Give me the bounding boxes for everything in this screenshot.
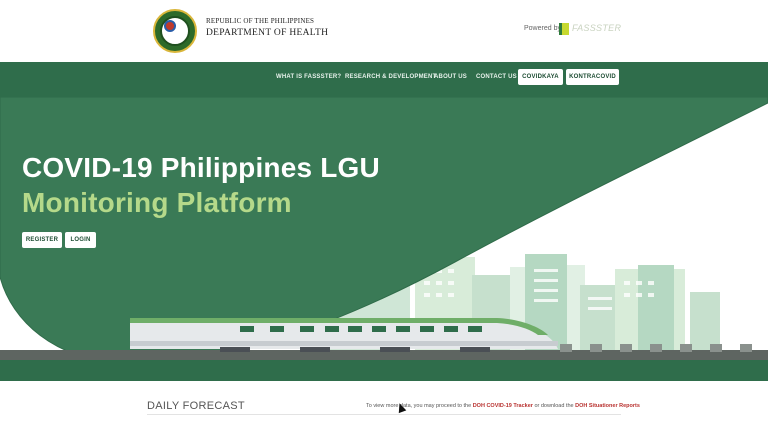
- fassster-logo-text: FASSSTER: [572, 23, 622, 33]
- nav-research-development[interactable]: RESEARCH & DEVELOPMENT: [345, 74, 436, 80]
- doh-situationer-reports-link[interactable]: DOH Situationer Reports: [575, 403, 640, 409]
- org-line2: DEPARTMENT OF HEALTH: [206, 28, 329, 38]
- note-prefix: To view more data, you may proceed to th…: [366, 403, 472, 409]
- org-line1: REPUBLIC OF THE PHILIPPINES: [206, 17, 315, 25]
- seal-ring: [160, 16, 190, 46]
- powered-by-label: Powered by: [524, 25, 561, 32]
- site-header: REPUBLIC OF THE PHILIPPINES DEPARTMENT O…: [0, 0, 768, 62]
- register-button[interactable]: REGISTER: [22, 232, 62, 248]
- note-middle: or download the: [534, 403, 574, 409]
- covidkaya-button[interactable]: COVIDKAYA: [518, 69, 563, 85]
- section-divider: [147, 414, 621, 415]
- hero-banner: COVID-19 Philippines LGU Monitoring Plat…: [0, 97, 768, 381]
- main-nav: WHAT IS FASSSTER? RESEARCH & DEVELOPMENT…: [0, 62, 768, 97]
- seal-core: [164, 20, 176, 32]
- kontracovid-button[interactable]: KONTRACOVID: [566, 69, 619, 85]
- daily-forecast-section: DAILY FORECAST To view more data, you ma…: [0, 381, 768, 426]
- bullet-train-illustration: [130, 318, 558, 352]
- nav-what-is-fassster[interactable]: WHAT IS FASSSTER?: [276, 74, 341, 80]
- doh-tracker-link[interactable]: DOH COVID-19 Tracker: [473, 403, 533, 409]
- forecast-note: To view more data, you may proceed to th…: [366, 403, 640, 409]
- nav-contact-us[interactable]: CONTACT US: [476, 74, 517, 80]
- organization-name: REPUBLIC OF THE PHILIPPINES DEPARTMENT O…: [206, 17, 328, 38]
- hero-title-line1: COVID-19 Philippines LGU: [22, 152, 380, 183]
- hero-illustration: [0, 97, 768, 381]
- hero-title-line2: Monitoring Platform: [22, 187, 292, 218]
- doh-seal-icon[interactable]: [153, 9, 197, 53]
- daily-forecast-heading: DAILY FORECAST: [147, 400, 245, 412]
- fassster-logo[interactable]: FASSSTER: [559, 21, 621, 37]
- fassster-logo-icon: [559, 23, 569, 35]
- nav-about-us[interactable]: ABOUT US: [434, 74, 467, 80]
- login-button[interactable]: LOGIN: [65, 232, 96, 248]
